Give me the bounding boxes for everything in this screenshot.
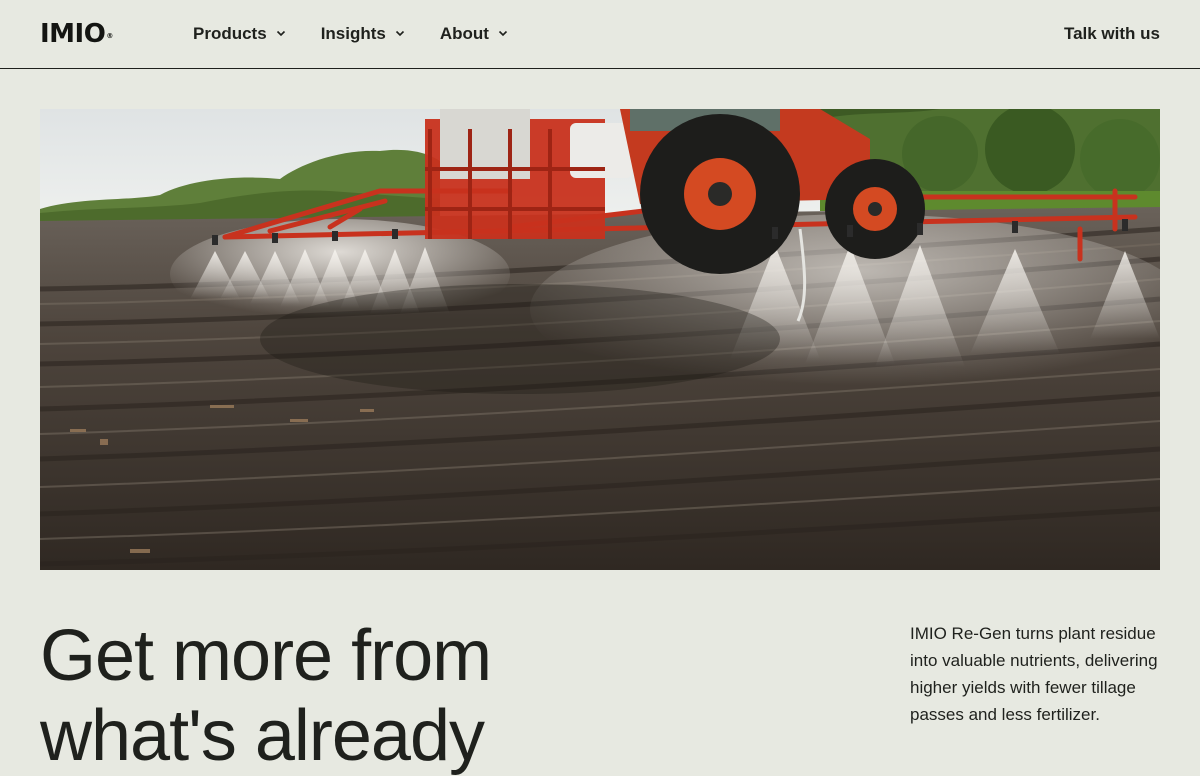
nav-item-products[interactable]: Products xyxy=(193,23,287,45)
hero-image xyxy=(40,109,1160,570)
nav-item-insights[interactable]: Insights xyxy=(321,23,406,45)
page-headline: Get more from what's already xyxy=(40,616,492,776)
logo-text: IMIO xyxy=(40,19,106,49)
tractor-spraying-field-illustration xyxy=(40,109,1160,570)
chevron-down-icon xyxy=(276,30,285,37)
nav-item-label: About xyxy=(439,24,489,43)
nav-item-about[interactable]: About xyxy=(440,23,509,45)
main-nav: Products Insights About xyxy=(193,23,543,45)
product-description: IMIO Re-Gen turns plant residue into val… xyxy=(910,624,1158,724)
site-header: IMIO® Products Insights About Talk with … xyxy=(0,0,1200,69)
chevron-down-icon xyxy=(498,30,508,37)
logo-registered-mark: ® xyxy=(106,32,113,40)
talk-with-us-link[interactable]: Talk with us xyxy=(1064,23,1160,45)
nav-item-label: Insights xyxy=(320,24,386,43)
nav-item-label: Products xyxy=(193,24,267,43)
chevron-down-icon xyxy=(395,30,404,37)
logo[interactable]: IMIO® xyxy=(40,20,113,48)
